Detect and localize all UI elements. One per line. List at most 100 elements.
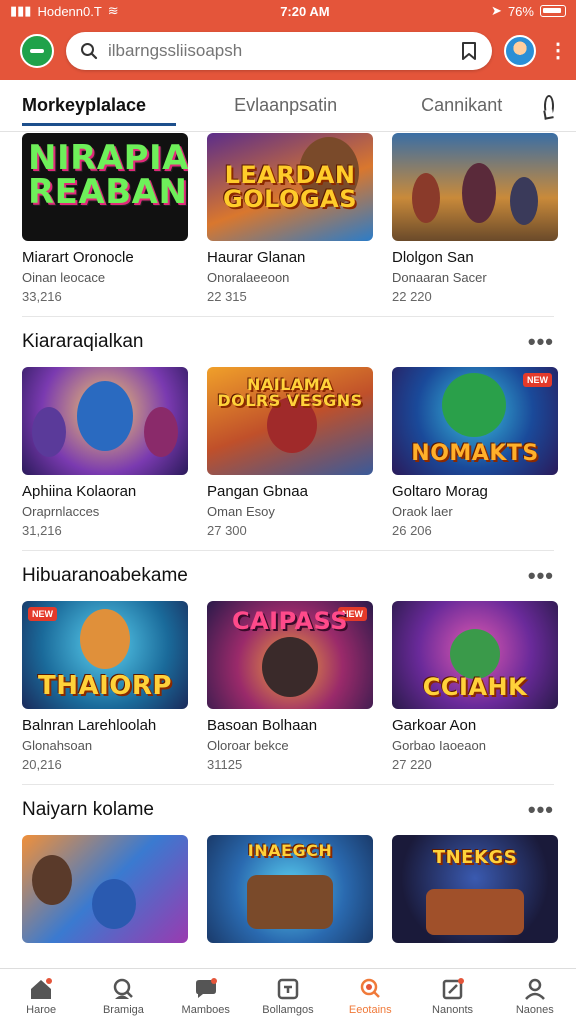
thumbnail-art-text: CAIPASS [231,607,349,635]
game-card[interactable]: NEW THAIORP Balnran Larehloolah Glonahso… [22,601,188,772]
game-thumbnail: INAEGCH [207,835,373,943]
card-subtitle: Glonahsoan [22,738,93,753]
tab-connect[interactable]: Cannikant [421,80,502,132]
card-count: 31125 [207,757,243,772]
battery-percent: 76% [507,3,534,19]
game-card[interactable]: TNEKGS [392,835,558,943]
card-count: 31,216 [22,523,62,538]
game-thumbnail: TNEKGS [392,835,558,943]
nav-library[interactable]: Bollamgos [248,977,328,1016]
card-subtitle: Oinan leocace [22,270,106,285]
main-content: NIRAPIAN REABAN Miarart Oronocle Oinan l… [0,133,576,968]
section-title: Kiararaqialkan [22,331,144,352]
section-featured: NIRAPIAN REABAN Miarart Oronocle Oinan l… [0,133,576,317]
status-bar: ▮▮▮ Hodenn0.T ≋ 7:20 AM ➤ 76% [0,0,576,22]
card-count: 22 315 [207,289,247,304]
more-horiz-icon[interactable]: ••• [528,797,554,823]
tab-marketplace[interactable]: Morkeyplalace [22,80,177,132]
status-time: 7:20 AM [280,3,330,19]
person-icon [524,978,545,1000]
game-card[interactable] [22,835,188,943]
search-bar[interactable] [66,32,492,70]
card-subtitle: Onoralaeeoon [207,270,290,285]
nav-label: Mamboes [181,1004,230,1016]
thumbnail-art-text: NOMAKTS [411,441,539,466]
game-card[interactable]: LEARDAN GOLOGAS Haurar Glanan Onoralaeeo… [207,133,373,304]
card-count: 20,216 [22,757,62,772]
tab-evaluation[interactable]: Evlaanpsatin [234,80,337,132]
nav-messages[interactable]: Mamboes [166,977,246,1016]
card-subtitle: Gorbao Iaoeaon [392,738,486,753]
card-title: Goltaro Morag [392,483,488,500]
game-card[interactable]: NIRAPIAN REABAN Miarart Oronocle Oinan l… [22,133,188,304]
search-input[interactable] [108,41,450,61]
game-thumbnail: CCIAHK [392,601,558,709]
search-person-icon [114,978,134,999]
nav-profile[interactable]: Naones [495,977,575,1016]
nav-label: Haroe [26,1004,57,1016]
bookmark-icon[interactable] [460,41,478,61]
bottom-nav: Haroe Bramiga Mamboes Bollamgos Eeotains… [0,968,576,1024]
game-thumbnail: NIRAPIAN REABAN [22,133,188,241]
game-card[interactable]: NAILAMA DOLRS VESGNS Pangan Gbnaa Oman E… [207,367,373,538]
nav-label: Nanonts [432,1004,474,1016]
app-logo-icon[interactable] [20,34,54,68]
more-horiz-icon[interactable]: ••• [528,329,554,355]
nav-home[interactable]: Haroe [1,977,81,1016]
avatar[interactable] [504,35,536,67]
game-card[interactable]: INAEGCH [207,835,373,943]
thumbnail-badge: NEW [28,607,57,621]
nav-search[interactable]: Eeotains [330,977,410,1016]
card-subtitle: Donaaran Sacer [392,270,487,285]
game-card[interactable]: NEW CAIPASS Basoan Bolhaan Oloroar bekce… [207,601,373,772]
card-count: 27 220 [392,757,432,772]
nav-browse[interactable]: Bramiga [83,977,163,1016]
card-title: Dlolgon San [392,249,474,266]
nav-label: Bramiga [102,1004,144,1016]
home-icon [31,978,53,999]
thumbnail-badge: NEW [523,373,552,387]
edit-icon [442,978,464,1000]
card-title: Basoan Bolhaan [207,717,318,734]
card-subtitle: Oman Esoy [207,504,275,519]
thumbnail-art-text: CCIAHK [422,673,528,701]
more-vert-icon[interactable]: ⋮ [548,41,568,61]
card-count: 27 300 [207,523,247,538]
game-card[interactable]: CCIAHK Garkoar Aon Gorbao Iaoeaon 27 220 [392,601,558,772]
battery-icon [539,5,566,17]
nav-label: Eeotains [348,1004,392,1016]
game-card[interactable]: Dlolgon San Donaaran Sacer 22 220 [392,133,558,304]
section-2: Hibuaranoabekame ••• NEW THAIORP Balnran… [0,551,576,785]
section-3: Naiyarn kolame ••• INAEGCH TNEKGS [0,785,576,943]
thumbnail-art-text: INAEGCH [247,841,333,860]
card-title: Haurar Glanan [207,249,306,266]
search-icon [81,43,98,60]
app-header: ⋮ [0,22,576,80]
card-title: Miarart Oronocle [22,249,134,266]
more-horiz-icon[interactable]: ••• [528,563,554,589]
game-thumbnail: NEW CAIPASS [207,601,373,709]
section-title: Hibuaranoabekame [22,565,188,586]
signal-icon: ▮▮▮ [10,3,32,18]
location-icon: ➤ [491,3,502,18]
game-thumbnail: NAILAMA DOLRS VESGNS [207,367,373,475]
game-card[interactable]: NEW NOMAKTS Goltaro Morag Oraok laer 26 … [392,367,558,538]
card-title: Pangan Gbnaa [207,483,308,500]
card-title: Garkoar Aon [392,717,477,734]
game-card[interactable]: Aphiina Kolaoran Oraprnlacces 31,216 [22,367,188,538]
box-icon [277,978,299,1000]
tab-bar: Morkeyplalace Evlaanpsatin Cannikant [0,80,576,132]
thumbnail-art-text: NIRAPIAN REABAN [28,138,188,212]
wifi-icon: ≋ [107,3,119,18]
chat-icon[interactable] [544,94,554,117]
nav-label: Bollamgos [262,1004,314,1016]
nav-notes[interactable]: Nanonts [413,977,493,1016]
carrier-label: Hodenn0.T [37,3,102,19]
nav-label: Naones [515,1004,554,1016]
game-thumbnail [22,835,188,943]
card-subtitle: Oraprnlacces [22,504,100,519]
thumbnail-art-text: TNEKGS [432,847,518,868]
card-subtitle: Oloroar bekce [207,738,289,753]
thumbnail-art-text: NAILAMA DOLRS VESGNS [217,375,363,410]
section-1: Kiararaqialkan ••• Aphiina Kolaoran Orap… [0,317,576,551]
